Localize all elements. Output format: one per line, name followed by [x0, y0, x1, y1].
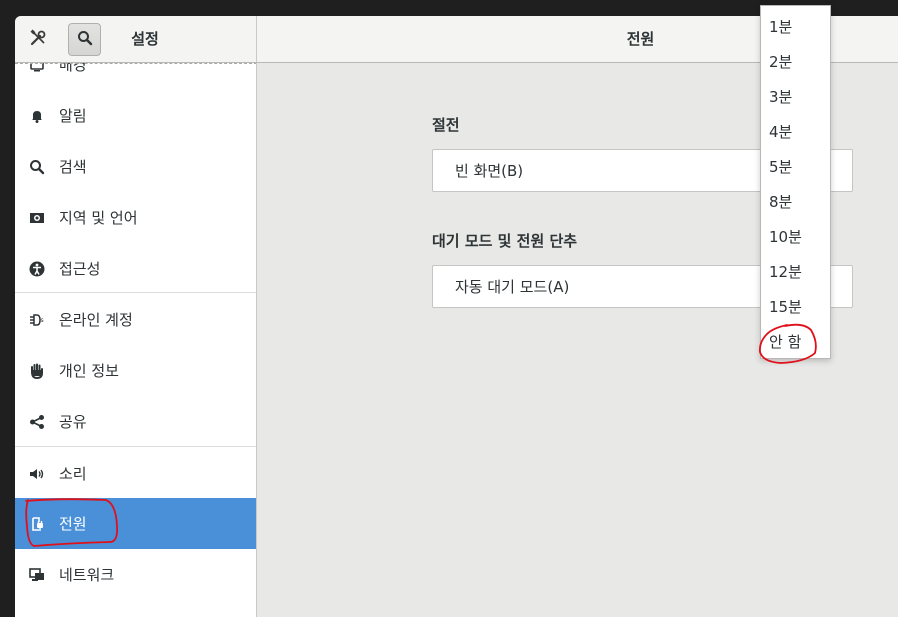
sidebar-item-label: 접근성	[59, 260, 101, 278]
sidebar-item-label: 네트워크	[59, 566, 115, 584]
sidebar-item-label: 검색	[59, 158, 87, 176]
sidebar-item-label: 소리	[59, 465, 87, 483]
option-8min[interactable]: 8분	[761, 184, 830, 219]
option-5min[interactable]: 5분	[761, 149, 830, 184]
sidebar-item-notifications[interactable]: 알림	[15, 90, 256, 141]
sidebar-item-label: 전원	[59, 515, 87, 533]
section-title-power-saving: 절전	[432, 116, 460, 134]
sidebar-item-label: 알림	[59, 107, 87, 125]
flag-icon	[29, 210, 45, 226]
sidebar-item-label: 배경	[59, 63, 87, 74]
sidebar-item-search[interactable]: 검색	[15, 141, 256, 192]
search-button[interactable]	[68, 23, 101, 56]
option-10min[interactable]: 10분	[761, 219, 830, 254]
tools-icon	[29, 29, 47, 51]
sidebar-item-label: 온라인 계정	[59, 311, 133, 329]
speaker-icon	[29, 466, 45, 482]
sidebar: 배경 알림 검색 지역 및 언어 접근성 s 온라인 계정 개인 정보 공유 소…	[15, 63, 257, 617]
option-4min[interactable]: 4분	[761, 114, 830, 149]
tools-button[interactable]	[21, 23, 54, 56]
sidebar-item-label: 지역 및 언어	[59, 209, 138, 227]
network-icon	[29, 567, 45, 583]
bell-icon	[29, 108, 45, 124]
sidebar-item-label: 개인 정보	[59, 362, 119, 380]
option-never[interactable]: 안 함	[761, 324, 830, 359]
option-2min[interactable]: 2분	[761, 44, 830, 79]
search-icon	[29, 159, 45, 175]
option-1min[interactable]: 1분	[761, 9, 830, 44]
sidebar-item-online-accounts[interactable]: s 온라인 계정	[15, 294, 256, 345]
search-icon	[77, 30, 93, 50]
svg-text:s: s	[41, 317, 44, 324]
power-plug-icon	[29, 516, 45, 532]
hand-icon	[29, 363, 45, 379]
blank-screen-label: 빈 화면(B)	[455, 162, 524, 180]
section-title-suspend-power-button: 대기 모드 및 전원 단추	[432, 232, 578, 250]
sidebar-item-privacy[interactable]: 개인 정보	[15, 345, 256, 396]
sidebar-item-sound[interactable]: 소리	[15, 448, 256, 499]
online-accounts-icon: s	[29, 312, 45, 328]
header-left: 설정	[15, 16, 257, 62]
sidebar-item-background[interactable]: 배경	[15, 63, 256, 90]
auto-suspend-label: 자동 대기 모드(A)	[455, 278, 570, 296]
sidebar-item-power[interactable]: 전원	[15, 498, 256, 549]
option-12min[interactable]: 12분	[761, 254, 830, 289]
blank-screen-options-popover: 1분 2분 3분 4분 5분 8분 10분 12분 15분 안 함	[760, 5, 831, 359]
scroll-edge	[15, 63, 256, 64]
option-15min[interactable]: 15분	[761, 289, 830, 324]
sidebar-item-accessibility[interactable]: 접근성	[15, 243, 256, 294]
share-icon	[29, 414, 45, 430]
background-icon	[29, 63, 45, 73]
option-3min[interactable]: 3분	[761, 79, 830, 114]
sidebar-item-sharing[interactable]: 공유	[15, 396, 256, 447]
sidebar-item-region[interactable]: 지역 및 언어	[15, 192, 256, 243]
sidebar-item-label: 공유	[59, 413, 87, 431]
sidebar-item-network[interactable]: 네트워크	[15, 549, 256, 600]
sidebar-separator	[15, 292, 256, 293]
app-title: 설정	[131, 30, 159, 48]
sidebar-separator	[15, 446, 256, 447]
accessibility-icon	[29, 261, 45, 277]
